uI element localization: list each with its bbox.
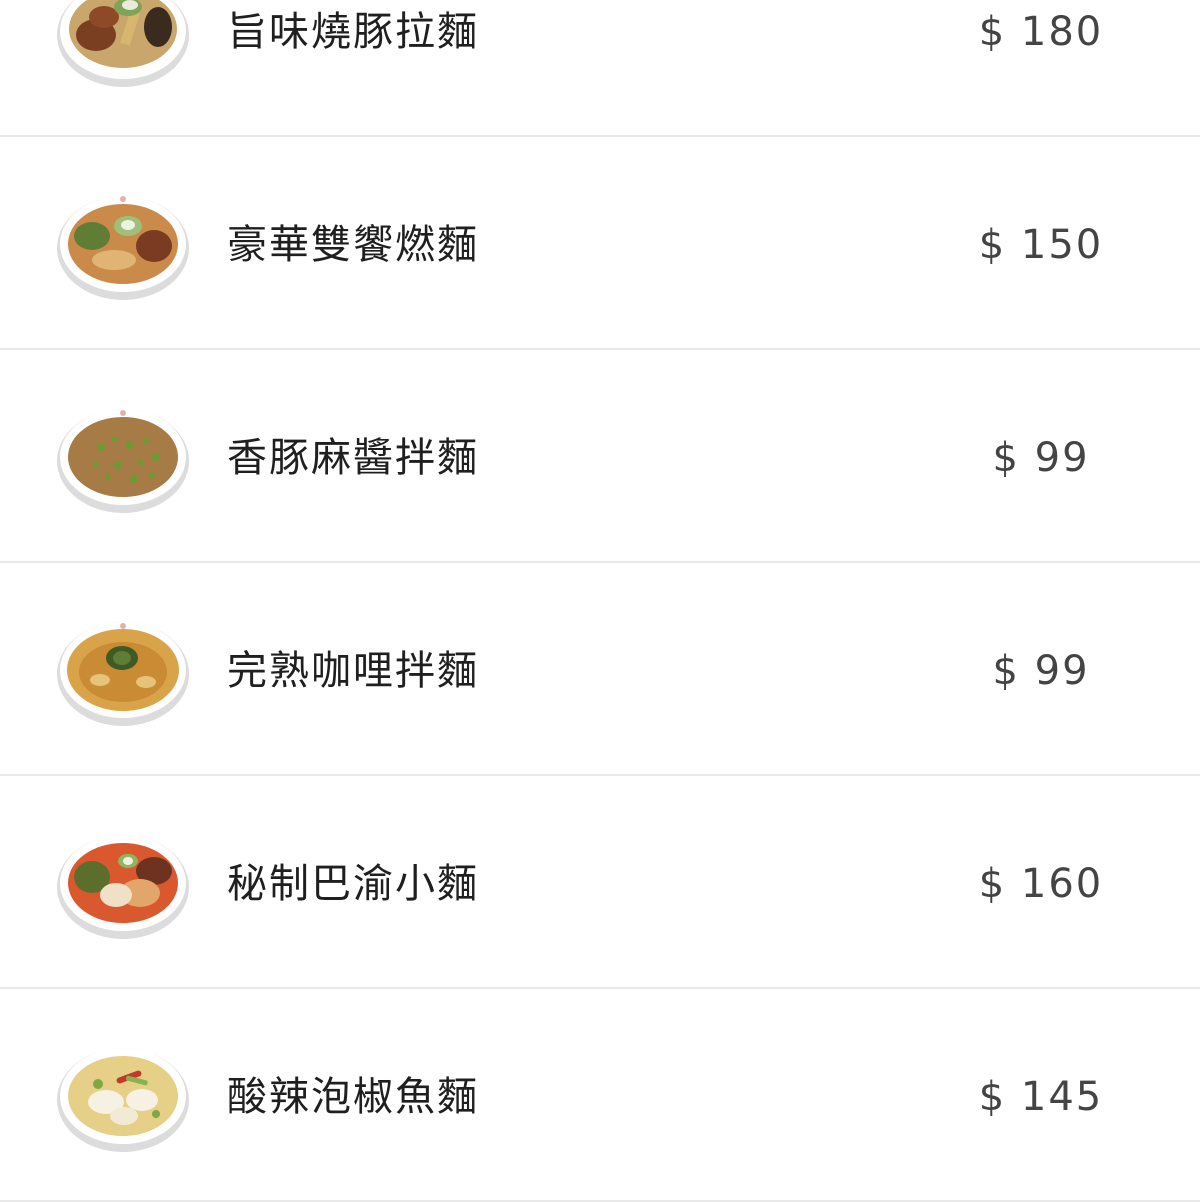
menu-list: 旨味燒豚拉麵 $ 180 豪華雙饗燃麵 $ 150 香豚麻醬拌麵 $ 99 完熟… xyxy=(0,0,1200,1202)
dish-price: $ 99 xyxy=(992,435,1090,481)
menu-item[interactable]: 香豚麻醬拌麵 $ 99 xyxy=(0,350,1200,563)
dish-name: 香豚麻醬拌麵 xyxy=(227,435,479,481)
ramen-bowl-icon xyxy=(56,0,190,87)
menu-item[interactable]: 完熟咖哩拌麵 $ 99 xyxy=(0,563,1200,776)
dish-price: $ 160 xyxy=(978,861,1104,907)
fish-soup-bowl-icon xyxy=(56,1040,190,1152)
dish-name: 旨味燒豚拉麵 xyxy=(227,9,479,55)
spicy-noodle-bowl-icon xyxy=(56,827,190,939)
menu-item[interactable]: 旨味燒豚拉麵 $ 180 xyxy=(0,0,1200,137)
dish-price: $ 99 xyxy=(992,648,1090,694)
dish-price: $ 150 xyxy=(978,222,1104,268)
dish-name: 秘制巴渝小麵 xyxy=(227,861,479,907)
noodle-bowl-icon xyxy=(56,401,190,513)
dish-name: 酸辣泡椒魚麵 xyxy=(227,1074,479,1120)
dish-price: $ 180 xyxy=(978,9,1104,55)
curry-noodle-bowl-icon xyxy=(56,614,190,726)
dish-name: 豪華雙饗燃麵 xyxy=(227,222,479,268)
menu-item[interactable]: 豪華雙饗燃麵 $ 150 xyxy=(0,137,1200,350)
menu-item[interactable]: 秘制巴渝小麵 $ 160 xyxy=(0,776,1200,989)
menu-item[interactable]: 酸辣泡椒魚麵 $ 145 xyxy=(0,989,1200,1202)
dish-price: $ 145 xyxy=(978,1074,1104,1120)
dish-name: 完熟咖哩拌麵 xyxy=(227,648,479,694)
noodle-bowl-icon xyxy=(56,188,190,300)
